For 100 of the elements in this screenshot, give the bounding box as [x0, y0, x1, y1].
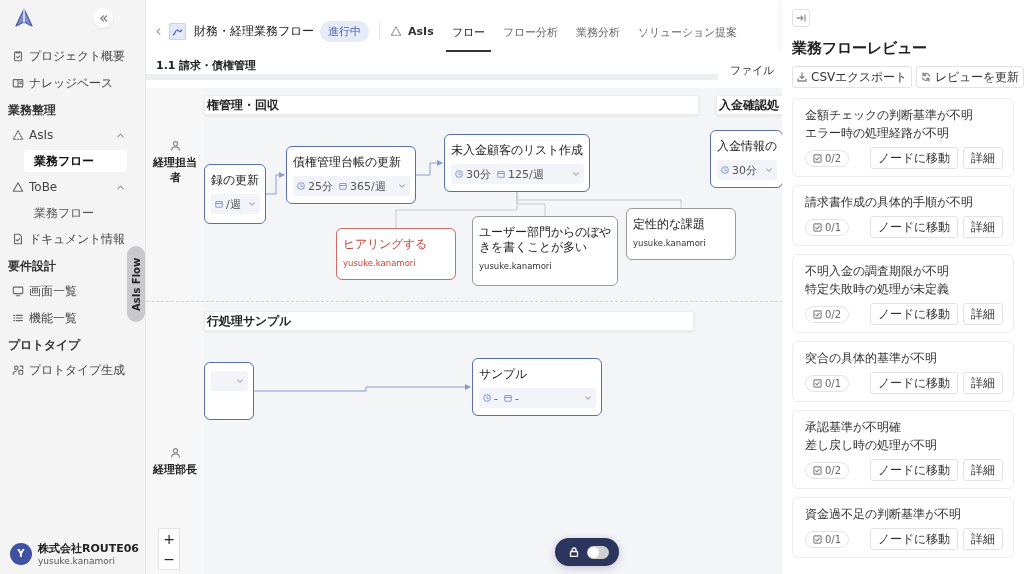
- lock-icon: [569, 547, 579, 557]
- toggle-switch[interactable]: [587, 545, 609, 559]
- action-button[interactable]: 詳細: [963, 216, 1003, 238]
- collapse-button[interactable]: [93, 8, 113, 28]
- avatar: Y: [10, 542, 32, 565]
- refresh-icon: [921, 72, 932, 82]
- issue-text: 資金過不足の判断基準が不明: [805, 506, 962, 522]
- action-button[interactable]: ノードに移動: [870, 216, 958, 238]
- node-title: 定性的な課題: [633, 217, 706, 232]
- nav-item[interactable]: ナレッジベース: [8, 71, 127, 95]
- back-button[interactable]: [154, 26, 163, 36]
- node-title: 入金情報の: [717, 139, 777, 154]
- collapse-panel-button[interactable]: [792, 9, 810, 27]
- panel-button[interactable]: CSVエクスポート: [792, 66, 913, 88]
- node-title: サンプル: [479, 367, 528, 382]
- progress-count: 0/1: [825, 221, 842, 233]
- flow-node[interactable]: 定性的な課題 yusuke.kanamori: [626, 208, 736, 260]
- duration-text: 30分: [732, 162, 757, 178]
- node-title: ヒアリングする: [343, 237, 428, 252]
- node-author: yusuke.kanamori: [343, 258, 417, 268]
- flow-node[interactable]: 録の更新 /週: [204, 164, 266, 224]
- checkbox-icon: [813, 222, 822, 232]
- checkbox-icon: [813, 309, 822, 319]
- tab[interactable]: フロー分析: [496, 16, 564, 52]
- group-header: 行処理サンプル: [204, 311, 694, 331]
- nav-subitem[interactable]: 業務フロー: [24, 202, 127, 224]
- group-header: 権管理・回収: [204, 95, 699, 115]
- progress-count: 0/2: [825, 308, 842, 320]
- tab[interactable]: 業務分析: [569, 16, 626, 52]
- checkbox-icon: [813, 153, 822, 163]
- dotted-triangle-icon: [12, 129, 24, 141]
- chevron-down-icon: [248, 200, 256, 208]
- issue-text: 差し戻し時の処理が不明: [805, 437, 938, 453]
- issue-text: 金額チェックの判断基準が不明: [805, 107, 974, 123]
- action-button[interactable]: ノードに移動: [870, 303, 958, 325]
- issue-text: 不明入金の調査期限が不明: [805, 263, 950, 279]
- nav-item[interactable]: 機能一覧: [8, 306, 127, 330]
- nav-item[interactable]: プロジェクト概要: [8, 44, 127, 68]
- panel-button[interactable]: レビューを更新: [916, 66, 1024, 88]
- action-button[interactable]: 詳細: [963, 459, 1003, 481]
- chevron-down-icon: [236, 377, 244, 385]
- progress-count: 0/1: [825, 377, 842, 389]
- flow-node[interactable]: 入金情報の 30分: [710, 130, 782, 188]
- action-button[interactable]: ノードに移動: [870, 372, 958, 394]
- frequency-text: 125/週: [508, 166, 544, 182]
- action-button[interactable]: 詳細: [963, 528, 1003, 550]
- checkbox-icon: [813, 465, 822, 475]
- flow-title: 財務・経理業務フロー: [194, 22, 314, 40]
- nav-item[interactable]: プロトタイプ生成: [8, 358, 127, 382]
- monitor-icon: [12, 285, 24, 297]
- calendar-icon: [504, 394, 512, 402]
- node-title: 債権管理台帳の更新: [293, 155, 402, 170]
- duration-text: 30分: [466, 166, 491, 182]
- nav-group[interactable]: AsIs: [8, 123, 127, 147]
- progress-count: 0/2: [825, 152, 842, 164]
- frequency-text: -: [515, 391, 519, 405]
- calendar-icon: [215, 200, 223, 208]
- flow-node[interactable]: ヒアリングする yusuke.kanamori: [336, 228, 456, 280]
- panel-title: 業務フローレビュー: [792, 39, 928, 58]
- action-button[interactable]: 詳細: [963, 147, 1003, 169]
- tab[interactable]: ソリューション提案: [631, 16, 743, 52]
- nav-item[interactable]: 画面一覧: [8, 279, 127, 303]
- issue-text: 突合の具体的基準が不明: [805, 350, 938, 366]
- frequency-text: /週: [226, 196, 241, 212]
- chevron-down-icon: [765, 166, 773, 174]
- node-author: yusuke.kanamori: [479, 261, 553, 271]
- side-tab[interactable]: AsIs Flow: [127, 246, 145, 322]
- section-heading: 業務整理: [8, 102, 57, 119]
- issue-text: 承認基準が不明確: [805, 419, 902, 435]
- clock-icon: [483, 394, 491, 402]
- calendar-icon: [497, 170, 505, 178]
- clock-icon: [455, 170, 463, 178]
- triangle-icon: [12, 181, 24, 193]
- action-button[interactable]: ノードに移動: [870, 528, 958, 550]
- arrow-to-right-icon: [796, 13, 806, 23]
- node-title: ユーザー部門からのぼやきを書くことが多い: [479, 225, 612, 255]
- flow-node[interactable]: ユーザー部門からのぼやきを書くことが多い yusuke.kanamori: [472, 216, 618, 286]
- nav-subitem[interactable]: 業務フロー: [24, 150, 127, 172]
- nav-item[interactable]: ドキュメント情報: [8, 227, 127, 251]
- flow-icon: [169, 22, 186, 40]
- document-icon: [12, 233, 24, 245]
- nav-group[interactable]: ToBe: [8, 175, 127, 199]
- flow-node[interactable]: 債権管理台帳の更新 25分 365/週: [286, 146, 416, 204]
- flow-node[interactable]: [204, 362, 254, 420]
- lane-name: 経理担当者: [151, 155, 198, 185]
- progress-count: 0/1: [825, 533, 842, 545]
- issue-text: 請求書作成の具体的手順が不明: [805, 194, 974, 210]
- account-name: yusuke.kanamori: [37, 556, 116, 566]
- flow-node[interactable]: サンプル - -: [472, 358, 602, 416]
- section-heading: プロトタイプ: [8, 337, 82, 354]
- action-button[interactable]: ノードに移動: [870, 147, 958, 169]
- people-icon: [12, 364, 24, 376]
- issue-text: 特定失敗時の処理が未定義: [805, 281, 950, 297]
- duration-text: -: [494, 391, 498, 405]
- clock-icon: [721, 166, 729, 174]
- action-button[interactable]: 詳細: [963, 303, 1003, 325]
- action-button[interactable]: ノードに移動: [870, 459, 958, 481]
- company-name: 株式会社ROUTE06: [37, 541, 139, 556]
- action-button[interactable]: 詳細: [963, 372, 1003, 394]
- flow-node[interactable]: 未入金顧客のリスト作成 30分 125/週: [444, 134, 590, 192]
